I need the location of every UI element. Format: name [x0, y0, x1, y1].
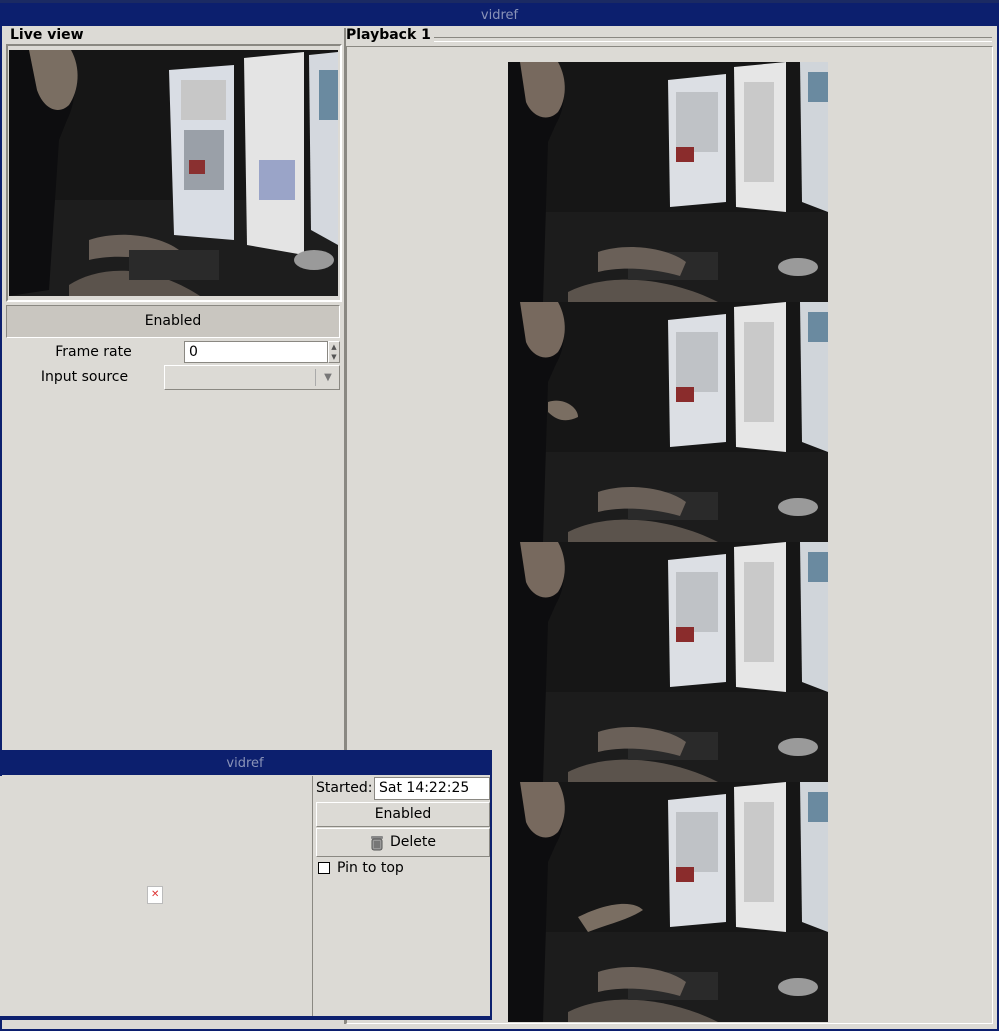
popup-video-area: ✕	[0, 776, 313, 1016]
spin-down-icon[interactable]: ▼	[329, 352, 339, 362]
popup-enabled-label: Enabled	[374, 806, 432, 822]
pin-to-top-row[interactable]: Pin to top	[318, 860, 488, 878]
playback-title: Playback 1	[346, 27, 431, 43]
input-source-combo[interactable]: ▼	[164, 365, 340, 390]
dropdown-arrow-icon[interactable]: ▼	[319, 368, 337, 387]
input-source-label: Input source	[40, 369, 129, 385]
playback-filmstrip	[508, 62, 828, 1022]
started-field: Sat 14:22:25	[374, 777, 490, 800]
popup-title: vidref	[226, 756, 264, 771]
playback-frames	[508, 62, 828, 1022]
pin-to-top-checkbox[interactable]	[318, 862, 330, 874]
popup-enabled-button[interactable]: Enabled	[316, 802, 490, 827]
main-window-titlebar[interactable]: vidref	[2, 5, 997, 26]
delete-button[interactable]: Delete	[316, 828, 490, 857]
live-video	[9, 50, 338, 296]
live-enabled-label: Enabled	[144, 313, 202, 329]
started-value: Sat 14:22:25	[379, 780, 470, 796]
live-video-image	[9, 50, 338, 296]
playback-title-rule	[434, 37, 992, 42]
pin-to-top-label: Pin to top	[337, 860, 404, 876]
combo-separator	[315, 369, 316, 386]
spin-up-icon[interactable]: ▲	[329, 342, 339, 352]
broken-image-icon: ✕	[147, 886, 163, 904]
frame-rate-label: Frame rate	[55, 344, 132, 360]
live-enabled-toggle[interactable]: Enabled	[6, 305, 340, 338]
popup-titlebar[interactable]: vidref	[0, 752, 490, 775]
live-view-title: Live view	[10, 27, 84, 43]
frame-rate-input[interactable]: 0	[184, 341, 328, 363]
delete-label: Delete	[390, 834, 436, 850]
main-window-title: vidref	[480, 8, 519, 23]
frame-rate-value: 0	[189, 344, 198, 360]
trash-icon	[370, 834, 384, 851]
popup-bottom-border	[0, 1016, 492, 1020]
started-label: Started:	[316, 780, 373, 796]
frame-rate-spinner: ▲ ▼	[328, 341, 340, 363]
